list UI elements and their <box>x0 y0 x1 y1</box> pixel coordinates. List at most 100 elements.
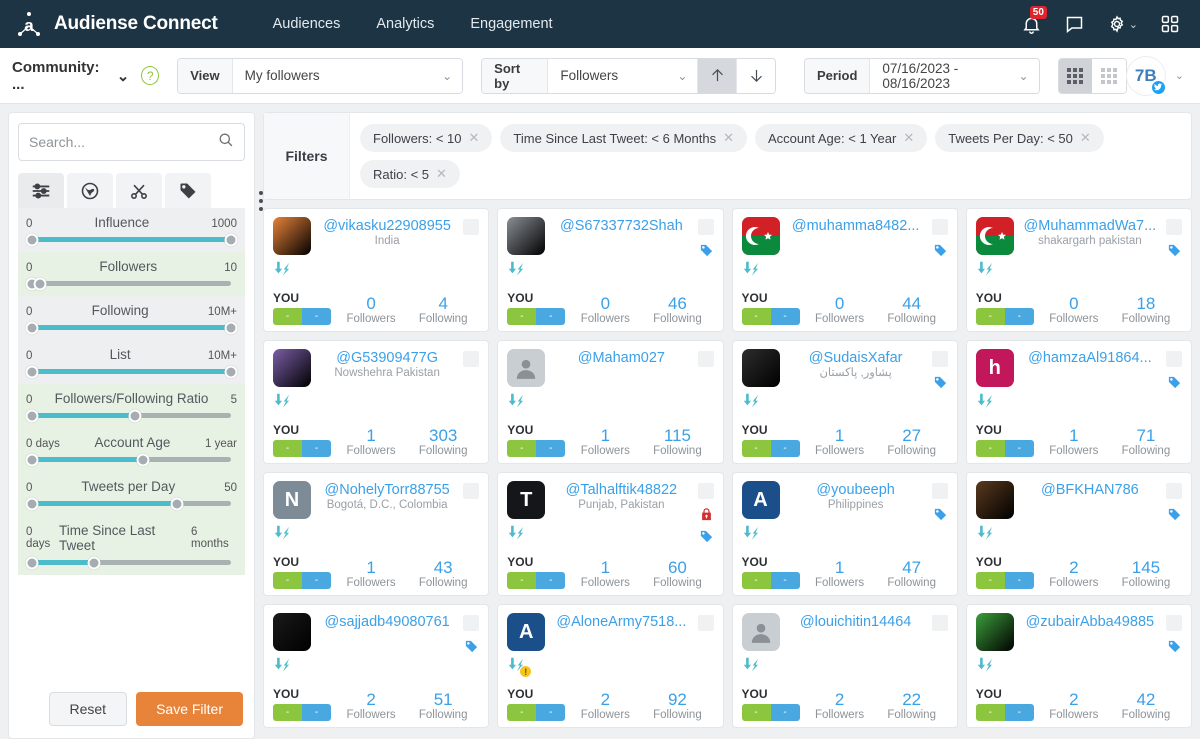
user-card[interactable]: @muhamma8482... YOU - -0 Followers 44 Followin… <box>731 208 958 332</box>
search-input[interactable] <box>29 134 217 150</box>
user-card[interactable]: T @Talhalftik48822 Punjab, Pakistan YOU - -1 F… <box>497 472 724 596</box>
list-view-button[interactable] <box>1092 58 1126 93</box>
nav-link-engagement[interactable]: Engagement <box>470 16 552 32</box>
slider-knob-max[interactable] <box>224 233 238 246</box>
view-select[interactable]: My followers ⌄ <box>232 58 463 93</box>
select-user-checkbox[interactable] <box>697 219 714 235</box>
slider-track[interactable] <box>25 409 231 422</box>
user-card[interactable]: h @hamzaAl91864... YOU - -1 Followers 71 Follow… <box>965 340 1192 464</box>
slider-followers-following-ratio[interactable]: 0 Followers/Following Ratio 5 <box>18 384 245 428</box>
slider-knob-max[interactable] <box>128 409 142 422</box>
filter-chip[interactable]: Tweets Per Day: < 50 ✕ <box>935 124 1104 152</box>
filter-chip[interactable]: Time Since Last Tweet: < 6 Months ✕ <box>500 124 748 152</box>
user-card[interactable]: @zubairAbba49885 YOU - -2 Followers 42 Followi… <box>965 604 1192 728</box>
select-user-checkbox[interactable] <box>1166 483 1182 499</box>
user-card[interactable]: @BFKHAN786 YOU - -2 Followers 145 Following <box>965 472 1192 596</box>
tab-tag[interactable] <box>165 173 211 208</box>
user-handle[interactable]: @MuhammadWa7... <box>1022 218 1158 234</box>
slider-knob-max[interactable] <box>224 365 238 378</box>
nav-link-analytics[interactable]: Analytics <box>376 16 434 32</box>
settings-gear-icon[interactable]: ⌄ <box>1107 14 1138 34</box>
select-user-checkbox[interactable] <box>463 219 480 235</box>
account-menu[interactable]: 7B ⌄ <box>1126 56 1188 96</box>
apps-grid-icon[interactable] <box>1160 14 1180 34</box>
reset-button[interactable]: Reset <box>48 692 128 726</box>
tab-scissors[interactable] <box>116 173 162 208</box>
close-icon[interactable]: ✕ <box>1080 130 1091 146</box>
messages-chat-icon[interactable] <box>1064 14 1085 35</box>
select-user-checkbox[interactable] <box>463 483 480 499</box>
filter-chip[interactable]: Followers: < 10 ✕ <box>360 124 493 152</box>
search-icon[interactable] <box>217 131 234 153</box>
slider-account-age[interactable]: 0 days Account Age 1 year <box>18 428 245 472</box>
notifications-bell-icon[interactable]: 50 <box>1021 5 1047 35</box>
user-handle[interactable]: @sajjadb49080761 <box>319 614 455 630</box>
user-avatar[interactable] <box>273 217 311 255</box>
filter-chip[interactable]: Account Age: < 1 Year ✕ <box>755 124 928 152</box>
close-icon[interactable]: ✕ <box>903 130 914 146</box>
filter-chip[interactable]: Ratio: < 5 ✕ <box>360 160 460 188</box>
tag-icon[interactable] <box>1167 375 1182 393</box>
select-user-checkbox[interactable] <box>697 351 714 367</box>
slider-track[interactable] <box>25 233 238 246</box>
tag-icon[interactable] <box>699 529 714 547</box>
user-card[interactable]: @S67337732Shah YOU - -0 Followers 46 Following <box>497 208 724 332</box>
select-user-checkbox[interactable] <box>931 351 948 367</box>
user-card[interactable]: @sajjadb49080761 YOU - -2 Followers 51 Followi… <box>263 604 490 728</box>
user-handle[interactable]: @zubairAbba49885 <box>1022 614 1158 630</box>
slider-knob-min[interactable] <box>25 321 39 334</box>
user-avatar[interactable] <box>975 217 1014 255</box>
select-user-checkbox[interactable] <box>463 615 480 631</box>
select-user-checkbox[interactable] <box>1166 351 1182 367</box>
slider-track[interactable] <box>25 277 231 290</box>
tag-icon[interactable] <box>933 375 948 393</box>
user-handle[interactable]: @hamzaAl91864... <box>1022 350 1158 366</box>
user-avatar[interactable] <box>741 613 780 651</box>
select-user-checkbox[interactable] <box>697 483 714 499</box>
user-card[interactable]: @SudaisXafar پشاور, پاکستان YOU - -1 Follower… <box>731 340 958 464</box>
user-card[interactable]: @G53909477G Nowshehra Pakistan YOU - -1 Follo… <box>263 340 490 464</box>
user-handle[interactable]: @vikasku22908955 <box>319 218 455 234</box>
select-user-checkbox[interactable] <box>697 615 714 631</box>
slider-knob-min[interactable] <box>25 233 39 246</box>
user-avatar[interactable]: T <box>507 481 546 519</box>
user-card[interactable]: @Maham027 YOU - -1 Followers 115 Following <box>497 340 724 464</box>
user-card[interactable]: @vikasku22908955 India YOU - -0 Followers 4 Fol… <box>263 208 490 332</box>
slider-knob-max[interactable] <box>87 556 101 569</box>
user-avatar[interactable] <box>741 217 780 255</box>
user-handle[interactable]: @youbeeph <box>788 482 924 498</box>
user-avatar[interactable] <box>273 349 311 387</box>
search-box[interactable] <box>18 123 245 161</box>
user-handle[interactable]: @BFKHAN786 <box>1022 482 1158 498</box>
user-handle[interactable]: @AloneArmy7518... <box>553 614 689 630</box>
user-avatar[interactable]: A <box>507 613 546 651</box>
slider-track[interactable] <box>25 497 231 510</box>
slider-knob-min[interactable] <box>25 453 39 466</box>
slider-tweets-per-day[interactable]: 0 Tweets per Day 50 <box>18 472 245 516</box>
user-avatar[interactable]: N <box>273 481 311 519</box>
slider-knob-min[interactable] <box>25 409 39 422</box>
user-handle[interactable]: @G53909477G <box>319 350 455 366</box>
user-handle[interactable]: @S67337732Shah <box>553 218 689 234</box>
sort-descending-button[interactable] <box>736 58 775 93</box>
slider-following[interactable]: 0 Following 10M+ <box>18 296 245 340</box>
select-user-checkbox[interactable] <box>931 483 948 499</box>
slider-followers[interactable]: 0 Followers 10 <box>18 252 245 296</box>
save-filter-button[interactable]: Save Filter <box>136 692 243 726</box>
user-handle[interactable]: @muhamma8482... <box>788 218 924 234</box>
slider-influence[interactable]: 0 Influence 1000 <box>18 208 245 252</box>
tag-icon[interactable] <box>1167 507 1182 525</box>
slider-track[interactable] <box>25 556 231 569</box>
grid-view-button[interactable] <box>1058 58 1093 93</box>
user-card[interactable]: @louichitin14464 YOU - -2 Followers 22 Followi… <box>731 604 958 728</box>
user-handle[interactable]: @louichitin14464 <box>788 614 924 630</box>
slider-time-since-last-tweet[interactable]: 0 days Time Since Last Tweet 6 months <box>18 516 245 575</box>
tag-icon[interactable] <box>933 507 948 525</box>
user-card[interactable]: N @NohelyTorr88755 Bogotá, D.C., Colombia Y… <box>263 472 490 596</box>
tab-sliders[interactable] <box>18 173 64 208</box>
select-user-checkbox[interactable] <box>931 615 948 631</box>
period-select[interactable]: 07/16/2023 - 08/16/2023 ⌄ <box>870 58 1039 93</box>
slider-knob-max[interactable] <box>224 321 238 334</box>
user-avatar[interactable] <box>975 613 1014 651</box>
user-handle[interactable]: @Talhalftik48822 <box>553 482 689 498</box>
